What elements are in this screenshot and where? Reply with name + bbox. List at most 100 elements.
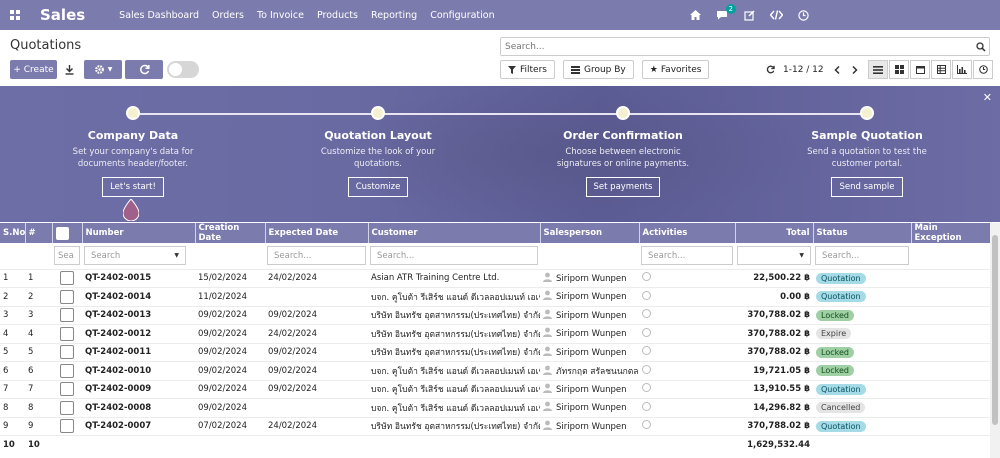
row-number[interactable]: QT-2402-0011 <box>82 343 195 362</box>
app-brand[interactable]: Sales <box>40 6 85 24</box>
table-row[interactable]: 8 8 QT-2402-0008 09/02/2024 บจก. คูโบต้า รีเ… <box>0 398 990 418</box>
row-customer: บจก. คูโบต้า รีเสิร์ช แอนด์ ดีเวลลอปเมนท… <box>368 361 540 381</box>
total-search-select[interactable]: ▼ <box>737 246 811 266</box>
actions-gear-button[interactable]: ▼ <box>84 60 122 79</box>
col-sno[interactable]: S.No <box>0 223 26 243</box>
send-sample-button[interactable]: Send sample <box>831 177 903 197</box>
menu-reporting[interactable]: Reporting <box>371 10 417 21</box>
row-number[interactable]: QT-2402-0015 <box>82 269 195 288</box>
menu-configuration[interactable]: Configuration <box>430 10 494 21</box>
table-row[interactable]: 3 3 QT-2402-0013 09/02/2024 09/02/2024 บริษัท… <box>0 306 990 325</box>
row-checkbox[interactable] <box>60 345 74 360</box>
toggle-switch[interactable] <box>167 61 199 78</box>
row-salesperson: ภัทรกฤต สรัลชนนกตล <box>556 366 639 377</box>
col-customer[interactable]: Customer <box>368 223 541 243</box>
table-row[interactable]: 9 9 QT-2402-0007 07/02/2024 24/02/2024 บริษัท… <box>0 417 990 436</box>
row-number[interactable]: QT-2402-0012 <box>82 324 195 344</box>
activities-search-input[interactable]: Search... <box>641 246 733 266</box>
col-total[interactable]: Total <box>735 223 814 243</box>
code-icon[interactable] <box>769 8 783 22</box>
chevron-left-icon[interactable] <box>830 60 844 79</box>
scrollbar[interactable] <box>990 223 1000 458</box>
calendar-view-icon[interactable] <box>910 60 930 79</box>
activity-view-icon[interactable] <box>973 60 993 79</box>
customize-button[interactable]: Customize <box>347 177 409 197</box>
menu-orders[interactable]: Orders <box>212 10 244 21</box>
kanban-view-icon[interactable] <box>889 60 909 79</box>
row-number[interactable]: QT-2402-0010 <box>82 361 195 381</box>
chat-icon[interactable]: 2 <box>715 4 736 22</box>
table-row[interactable]: 5 5 QT-2402-0011 09/02/2024 09/02/2024 บริษัท… <box>0 343 990 362</box>
table-row[interactable]: 2 2 QT-2402-0014 11/02/2024 บจก. คูโบต้า รีเ… <box>0 287 990 307</box>
table-row[interactable]: 7 7 QT-2402-0009 09/02/2024 09/02/2024 บจก. ค… <box>0 380 990 399</box>
row-number[interactable]: QT-2402-0008 <box>82 398 195 418</box>
apps-menu-icon[interactable] <box>0 0 30 30</box>
table-row[interactable]: 1 1 QT-2402-0015 15/02/2024 24/02/2024 Asian … <box>0 269 990 288</box>
pager-refresh-icon[interactable] <box>763 60 777 79</box>
edit-icon[interactable] <box>742 8 756 22</box>
row-number[interactable]: QT-2402-0014 <box>82 287 195 307</box>
activity-clock-icon[interactable] <box>642 327 651 337</box>
home-icon[interactable] <box>688 8 702 22</box>
row-number[interactable]: QT-2402-0013 <box>82 306 195 325</box>
number-search-select[interactable]: Search ▼ <box>84 246 186 266</box>
search-icon[interactable] <box>973 41 989 52</box>
activity-clock-icon[interactable] <box>642 383 651 393</box>
search-input[interactable] <box>501 38 973 55</box>
activity-clock-icon[interactable] <box>642 272 651 282</box>
create-button[interactable]: + Create <box>10 60 57 79</box>
set-payments-button[interactable]: Set payments <box>585 177 661 197</box>
activity-clock-icon[interactable] <box>642 364 651 374</box>
col-index[interactable]: # <box>25 223 53 243</box>
lets-start-button[interactable]: Let's start! <box>102 177 164 197</box>
graph-view-icon[interactable] <box>952 60 972 79</box>
row-checkbox[interactable] <box>60 271 74 286</box>
activity-clock-icon[interactable] <box>642 290 651 300</box>
row-customer: Asian ATR Training Centre Ltd. <box>368 269 540 288</box>
table-row[interactable]: 6 6 QT-2402-0010 09/02/2024 09/02/2024 บจก. ค… <box>0 361 990 381</box>
row-checkbox[interactable] <box>60 289 74 304</box>
col-expected-date[interactable]: Expected Date <box>265 223 369 243</box>
favorites-button[interactable]: ★ Favorites <box>641 60 710 79</box>
menu-sales-dashboard[interactable]: Sales Dashboard <box>119 10 199 21</box>
row-number[interactable]: QT-2402-0007 <box>82 417 195 436</box>
col-creation-date[interactable]: Creation Date <box>195 223 266 243</box>
row-checkbox[interactable] <box>60 400 74 415</box>
menu-products[interactable]: Products <box>317 10 358 21</box>
col-activities[interactable]: Activities <box>639 223 736 243</box>
sno-search-input[interactable]: Sea <box>54 246 80 266</box>
group-by-button[interactable]: Group By <box>562 60 634 79</box>
user-avatar-icon <box>543 401 552 414</box>
download-icon[interactable] <box>62 60 76 79</box>
table-row[interactable]: 4 4 QT-2402-0012 09/02/2024 24/02/2024 บริษัท… <box>0 324 990 344</box>
row-checkbox[interactable] <box>60 326 74 341</box>
row-checkbox[interactable] <box>60 419 74 434</box>
row-checkbox[interactable] <box>60 382 74 397</box>
chevron-right-icon[interactable] <box>848 60 862 79</box>
row-checkbox[interactable] <box>60 308 74 323</box>
expected-date-search-input[interactable]: Search... <box>267 246 366 266</box>
list-view-icon[interactable] <box>868 60 888 79</box>
activity-clock-icon[interactable] <box>642 420 651 430</box>
activity-clock-icon[interactable] <box>642 309 651 319</box>
col-number[interactable]: Number <box>82 223 196 243</box>
activity-clock-icon[interactable] <box>642 346 651 356</box>
refresh-button[interactable] <box>125 60 163 79</box>
row-main-exception <box>911 269 990 288</box>
filters-button[interactable]: Filters <box>500 60 555 79</box>
close-icon[interactable]: ✕ <box>983 91 992 104</box>
scrollbar-thumb[interactable] <box>992 235 998 425</box>
col-main-exception[interactable]: Main Exception <box>911 223 990 243</box>
row-checkbox[interactable] <box>60 363 74 378</box>
status-search-input[interactable]: Search... <box>815 246 909 266</box>
menu-to-invoice[interactable]: To Invoice <box>257 10 304 21</box>
select-all-checkbox[interactable] <box>55 226 69 240</box>
pager-value[interactable]: 1-12 / 12 <box>783 65 824 75</box>
col-salesperson[interactable]: Salesperson <box>540 223 640 243</box>
col-status[interactable]: Status <box>813 223 912 243</box>
customer-search-input[interactable]: Search... <box>370 246 538 266</box>
pivot-view-icon[interactable] <box>931 60 951 79</box>
activity-clock-icon[interactable] <box>642 401 651 411</box>
clock-icon[interactable] <box>796 8 810 22</box>
row-number[interactable]: QT-2402-0009 <box>82 380 195 399</box>
